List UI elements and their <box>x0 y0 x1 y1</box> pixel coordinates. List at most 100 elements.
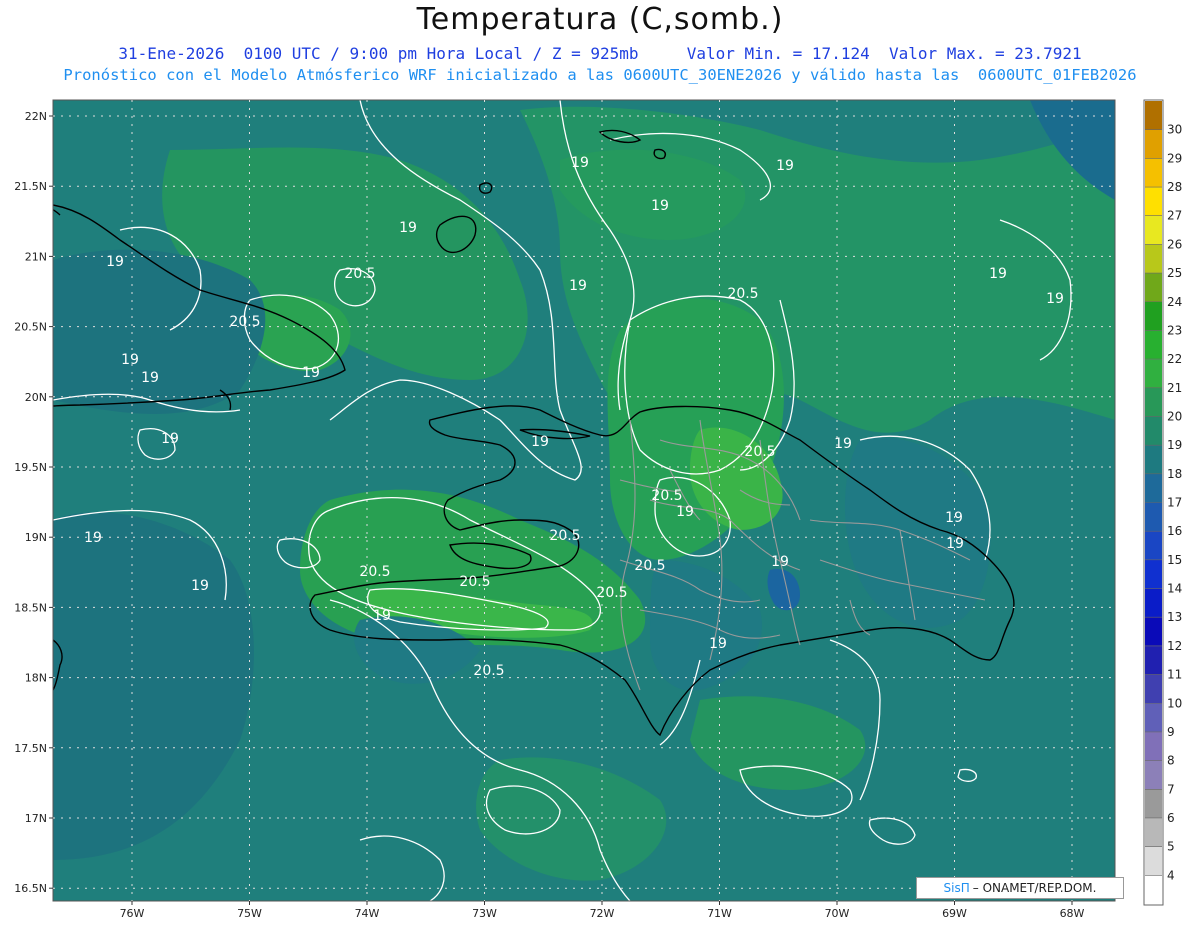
contour-label: 20.5 <box>727 286 758 302</box>
contour-label: 19 <box>106 254 124 270</box>
lat-label: 17.5N <box>14 742 47 755</box>
colorbar-cell <box>1145 387 1162 417</box>
lat-label: 22N <box>25 110 47 123</box>
lon-label: 74W <box>355 907 380 920</box>
colorbar-label: 19 <box>1167 438 1182 452</box>
colorbar-label: 18 <box>1167 467 1182 481</box>
colorbar-cell <box>1145 187 1162 216</box>
colorbar-label: 24 <box>1167 295 1182 309</box>
contour-label: 19 <box>531 434 549 450</box>
colorbar-cell <box>1145 559 1162 589</box>
latitude-labels: 22N 21.5N 21N 20.5N 20N 19.5N 19N 18.5N 18N 17.5N… <box>14 110 47 895</box>
colorbar-cell <box>1145 129 1162 159</box>
colorbar-label: 29 <box>1167 151 1182 165</box>
contour-label: 20.5 <box>634 558 665 574</box>
colorbar-label: 9 <box>1167 725 1175 739</box>
colorbar-label: 13 <box>1167 610 1182 624</box>
credit-text: – ONAMET/REP.DOM. <box>972 881 1097 895</box>
colorbar-label: 28 <box>1167 180 1182 194</box>
colorbar-label: 26 <box>1167 237 1182 251</box>
colorbar-cell <box>1145 215 1162 245</box>
colorbar-cell <box>1145 158 1162 188</box>
colorbar-label: 12 <box>1167 639 1182 653</box>
colorbar-cell <box>1145 674 1162 704</box>
credit-box: SisΠ – ONAMET/REP.DOM. <box>916 877 1124 899</box>
lat-label: 21N <box>25 250 47 263</box>
colorbar-cell <box>1145 531 1162 560</box>
contour-label: 19 <box>771 554 789 570</box>
lat-label: 19.5N <box>14 461 47 474</box>
contour-label: 20.5 <box>359 564 390 580</box>
colorbar-cell <box>1145 101 1162 130</box>
contour-label: 19 <box>834 436 852 452</box>
colorbar-cell <box>1145 473 1162 503</box>
contour-label: 19 <box>399 220 417 236</box>
colorbar-label: 15 <box>1167 553 1182 567</box>
lat-label: 20.5N <box>14 321 47 334</box>
contour-label: 19 <box>945 510 963 526</box>
colorbar-label: 25 <box>1167 266 1182 280</box>
colorbar-cell <box>1145 817 1162 847</box>
lon-label: 70W <box>825 907 850 920</box>
lat-label: 19N <box>25 531 47 544</box>
colorbar-cell <box>1145 731 1162 761</box>
colorbar-label: 16 <box>1167 524 1182 538</box>
colorbar-cell <box>1145 846 1162 876</box>
sispi-logo-text: SisΠ <box>943 881 970 895</box>
contour-label: 19 <box>141 370 159 386</box>
contour-label: 19 <box>84 530 102 546</box>
contour-label: 20.5 <box>459 574 490 590</box>
lon-label: 73W <box>472 907 497 920</box>
colorbar-cell <box>1145 330 1162 360</box>
contour-label: 19 <box>121 352 139 368</box>
contour-label: 20.5 <box>229 314 260 330</box>
colorbar-label: 22 <box>1167 352 1182 366</box>
contour-label: 19 <box>191 578 209 594</box>
colorbar-cell <box>1145 588 1162 618</box>
colorbar-cell <box>1145 416 1162 446</box>
colorbar-cell <box>1145 789 1162 818</box>
lat-label: 21.5N <box>14 180 47 193</box>
contour-label: 19 <box>1046 291 1064 307</box>
colorbar-label: 7 <box>1167 782 1175 796</box>
lon-label: 76W <box>120 907 145 920</box>
contour-label: 19 <box>776 158 794 174</box>
colorbar-cell <box>1145 445 1162 474</box>
colorbar-cell <box>1145 703 1162 732</box>
lon-label: 68W <box>1060 907 1085 920</box>
colorbar-cell <box>1145 301 1162 331</box>
colorbar-label: 11 <box>1167 668 1182 682</box>
lat-label: 18N <box>25 672 47 685</box>
colorbar: 30 29 28 27 26 25 24 23 22 21 20 19 18 17 16 15 14 13 12 11… <box>1143 99 1182 906</box>
temperature-field <box>53 100 1115 901</box>
colorbar-cell <box>1145 273 1162 302</box>
colorbar-label: 6 <box>1167 811 1175 825</box>
contour-label: 20.5 <box>651 488 682 504</box>
lon-label: 69W <box>942 907 967 920</box>
colorbar-label: 8 <box>1167 754 1175 768</box>
colorbar-label: 23 <box>1167 323 1182 337</box>
temperature-map: 22N 21.5N 21N 20.5N 20N 19.5N 19N 18.5N 18N 17.5N… <box>14 99 1182 920</box>
contour-label: 20.5 <box>596 585 627 601</box>
lat-label: 17N <box>25 812 47 825</box>
colorbar-label: 4 <box>1167 868 1175 882</box>
colorbar-cell <box>1145 760 1162 790</box>
colorbar-label: 5 <box>1167 840 1175 854</box>
contour-label: 19 <box>651 198 669 214</box>
lat-label: 18.5N <box>14 601 47 614</box>
lon-label: 75W <box>237 907 262 920</box>
contour-label: 20.5 <box>549 528 580 544</box>
contour-label: 20.5 <box>473 663 504 679</box>
contour-label: 19 <box>373 608 391 624</box>
lat-label: 16.5N <box>14 882 47 895</box>
contour-label: 19 <box>709 636 727 652</box>
lon-label: 71W <box>707 907 732 920</box>
colorbar-label: 20 <box>1167 409 1182 423</box>
colorbar-cell <box>1145 645 1162 675</box>
contour-label: 20.5 <box>344 266 375 282</box>
colorbar-cell <box>1145 244 1162 274</box>
colorbar-cell <box>1145 875 1162 904</box>
contour-label: 19 <box>571 155 589 171</box>
colorbar-label: 21 <box>1167 381 1182 395</box>
colorbar-label: 17 <box>1167 496 1182 510</box>
